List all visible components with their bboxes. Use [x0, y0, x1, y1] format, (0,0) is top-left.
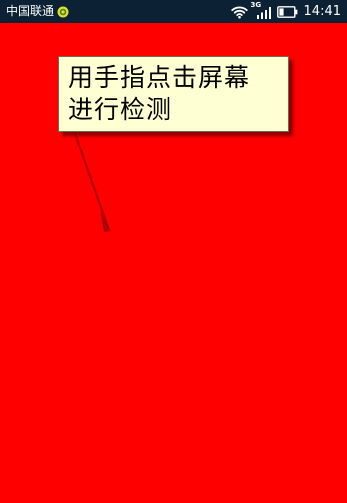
wifi-icon — [230, 6, 248, 18]
app-notification-icon — [57, 6, 69, 17]
touch-test-screen[interactable]: 用手指点击屏幕 进行检测 — [0, 23, 347, 503]
touch-instruction-tooltip: 用手指点击屏幕 进行检测 — [58, 56, 289, 132]
battery-icon — [276, 5, 297, 18]
status-right: 3G 14:41 — [230, 0, 341, 23]
status-left: 中国联通 — [6, 0, 69, 23]
status-time: 14:41 — [303, 4, 341, 19]
instruction-line-1: 用手指点击屏幕 — [68, 63, 251, 92]
status-bar: 中国联通 3G 14:41 — [0, 0, 347, 23]
instruction-line-2: 进行检测 — [68, 95, 173, 124]
mobile-signal: 3G — [251, 1, 271, 20]
signal-bars-icon — [256, 6, 271, 19]
carrier-name: 中国联通 — [6, 4, 55, 18]
